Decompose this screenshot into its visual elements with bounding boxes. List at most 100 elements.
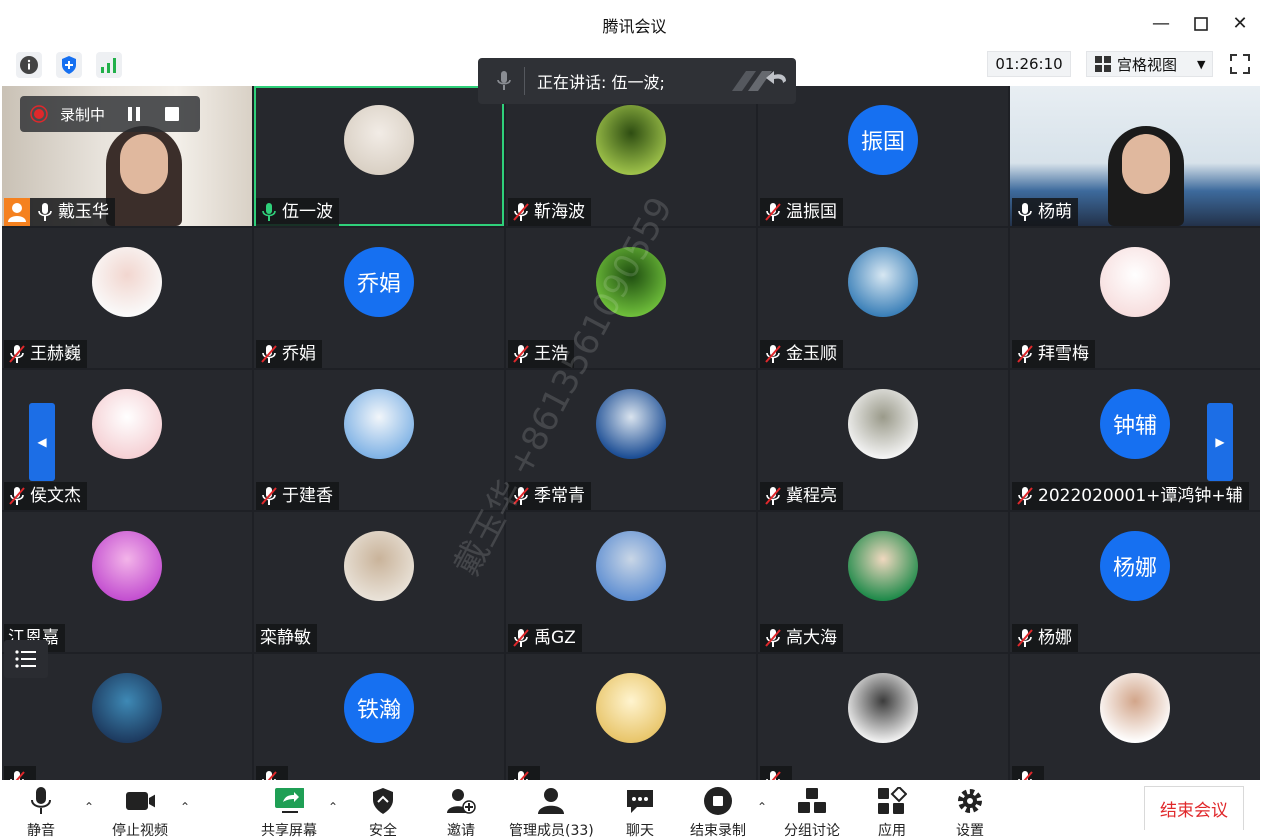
minimize-icon[interactable]: —	[1147, 10, 1175, 38]
participant-name: 金玉顺	[786, 344, 837, 364]
mic-muted-icon	[260, 770, 278, 780]
record-icon	[30, 105, 48, 123]
participant-tile[interactable]: 季常青	[506, 370, 756, 510]
mic-muted-icon	[1016, 628, 1034, 648]
participant-nametag: 侯文杰	[4, 482, 87, 510]
participant-tile[interactable]: 江恩嘉	[2, 512, 252, 652]
mic-icon	[1016, 202, 1034, 222]
participant-tile[interactable]: 于建香	[254, 370, 504, 510]
end-recording-button[interactable]: 结束录制	[690, 786, 746, 840]
shield-icon	[368, 786, 398, 816]
participant-tile[interactable]: 冀程亮	[758, 370, 1008, 510]
signal-icon[interactable]	[96, 52, 122, 78]
avatar	[596, 531, 666, 601]
avatar	[848, 389, 918, 459]
invite-button[interactable]: 邀请	[446, 786, 476, 840]
mic-muted-icon	[764, 202, 782, 222]
fullscreen-icon[interactable]	[1226, 51, 1254, 77]
participant-name: 于建香	[282, 486, 333, 506]
participant-tile[interactable]	[758, 654, 1008, 780]
apps-icon	[877, 786, 907, 816]
bottom-control-bar: 静音 ⌃ 停止视频 ⌃ 共享屏幕 ⌃ 安全 邀请 管理成员(33) 聊天 结束录…	[0, 780, 1269, 839]
chat-button[interactable]: 聊天	[625, 786, 655, 840]
participant-name: 戴玉华	[58, 202, 109, 222]
mic-muted-icon	[8, 486, 26, 506]
avatar	[1100, 673, 1170, 743]
participant-tile[interactable]: 王浩	[506, 228, 756, 368]
pause-icon[interactable]	[125, 105, 143, 123]
share-screen-button[interactable]: 共享屏幕	[261, 786, 317, 840]
next-page-button[interactable]: ▶	[1207, 403, 1233, 481]
video-face	[120, 134, 168, 194]
stop-icon[interactable]	[163, 105, 181, 123]
maximize-icon[interactable]	[1187, 10, 1215, 38]
mute-options-caret[interactable]: ⌃	[84, 800, 94, 814]
record-options-caret[interactable]: ⌃	[757, 800, 767, 814]
close-icon[interactable]: ✕	[1226, 10, 1254, 38]
mic-icon	[497, 71, 511, 90]
participant-tile[interactable]: 杨娜 杨娜	[1010, 512, 1260, 652]
member-list-button[interactable]	[4, 640, 48, 678]
participant-tile[interactable]: 靳海波	[506, 86, 756, 226]
participant-tile[interactable]: 铁瀚	[254, 654, 504, 780]
participant-tile[interactable]	[506, 654, 756, 780]
info-icon[interactable]	[16, 52, 42, 78]
camera-icon	[125, 786, 155, 816]
list-icon	[15, 650, 36, 668]
avatar-text: 乔娟	[356, 272, 401, 297]
chevron-down-icon: ▼	[1197, 57, 1206, 71]
participant-name: 2022020001+谭鸿钟+辅	[1038, 486, 1243, 506]
avatar	[848, 531, 918, 601]
shield-icon[interactable]	[56, 52, 82, 78]
participant-nametag: 2022020001+谭鸿钟+辅	[1012, 482, 1249, 510]
participant-name: 靳海波	[534, 202, 585, 222]
settings-button[interactable]: 设置	[955, 786, 985, 840]
participant-tile[interactable]	[1010, 654, 1260, 780]
mic-muted-icon	[764, 628, 782, 648]
participant-tile[interactable]: 杨萌	[1010, 86, 1260, 226]
mic-muted-icon	[8, 344, 26, 364]
participant-name: 栾静敏	[260, 628, 311, 648]
settings-label: 设置	[956, 823, 984, 839]
participant-tile[interactable]: 禹GZ	[506, 512, 756, 652]
end-meeting-button[interactable]: 结束会议	[1144, 786, 1244, 830]
video-options-caret[interactable]: ⌃	[180, 800, 190, 814]
mute-button[interactable]: 静音	[26, 786, 56, 840]
participant-nametag: 栾静敏	[256, 624, 317, 652]
apps-button[interactable]: 应用	[877, 786, 907, 840]
stop-record-icon	[703, 786, 733, 816]
participant-name: 冀程亮	[786, 486, 837, 506]
speaking-banner: 正在讲话: 伍一波;	[478, 58, 796, 104]
participant-name: 高大海	[786, 628, 837, 648]
stop-video-label: 停止视频	[112, 823, 168, 839]
participant-tile[interactable]: 乔娟 乔娟	[254, 228, 504, 368]
mic-muted-icon	[8, 770, 26, 780]
participant-nametag: 王浩	[508, 340, 574, 368]
meeting-timer: 01:26:10	[987, 51, 1071, 77]
participant-tile[interactable]: 高大海	[758, 512, 1008, 652]
prev-page-button[interactable]: ◀	[29, 403, 55, 481]
participant-tile[interactable]: 栾静敏	[254, 512, 504, 652]
participant-grid: 戴玉华 伍一波靳海波 振国 温振国 杨萌王赫巍 乔娟 乔娟 王浩 金玉顺 拜雪梅侯文杰 于建香 季常青…	[2, 86, 1260, 780]
participant-nametag: 季常青	[508, 482, 591, 510]
security-button[interactable]: 安全	[368, 786, 398, 840]
view-mode-dropdown[interactable]: 宫格视图 ▼	[1086, 51, 1213, 77]
avatar	[344, 531, 414, 601]
mic-muted-icon	[512, 344, 530, 364]
participant-name: 王赫巍	[30, 344, 81, 364]
participant-nametag: 靳海波	[508, 198, 591, 226]
participant-tile[interactable]: 拜雪梅	[1010, 228, 1260, 368]
mic-icon	[26, 786, 56, 816]
stop-video-button[interactable]: 停止视频	[112, 786, 168, 840]
manage-members-button[interactable]: 管理成员(33)	[509, 786, 594, 840]
participant-tile[interactable]: 金玉顺	[758, 228, 1008, 368]
collapse-icon[interactable]	[726, 67, 790, 95]
participant-tile[interactable]: 王赫巍	[2, 228, 252, 368]
participant-tile[interactable]: 伍一波	[254, 86, 504, 226]
participant-nametag: 杨娜	[1012, 624, 1078, 652]
share-options-caret[interactable]: ⌃	[328, 800, 338, 814]
participant-tile[interactable]: 振国 温振国	[758, 86, 1008, 226]
avatar	[596, 389, 666, 459]
participant-nametag: 杨萌	[1012, 198, 1078, 226]
breakout-button[interactable]: 分组讨论	[784, 786, 840, 840]
